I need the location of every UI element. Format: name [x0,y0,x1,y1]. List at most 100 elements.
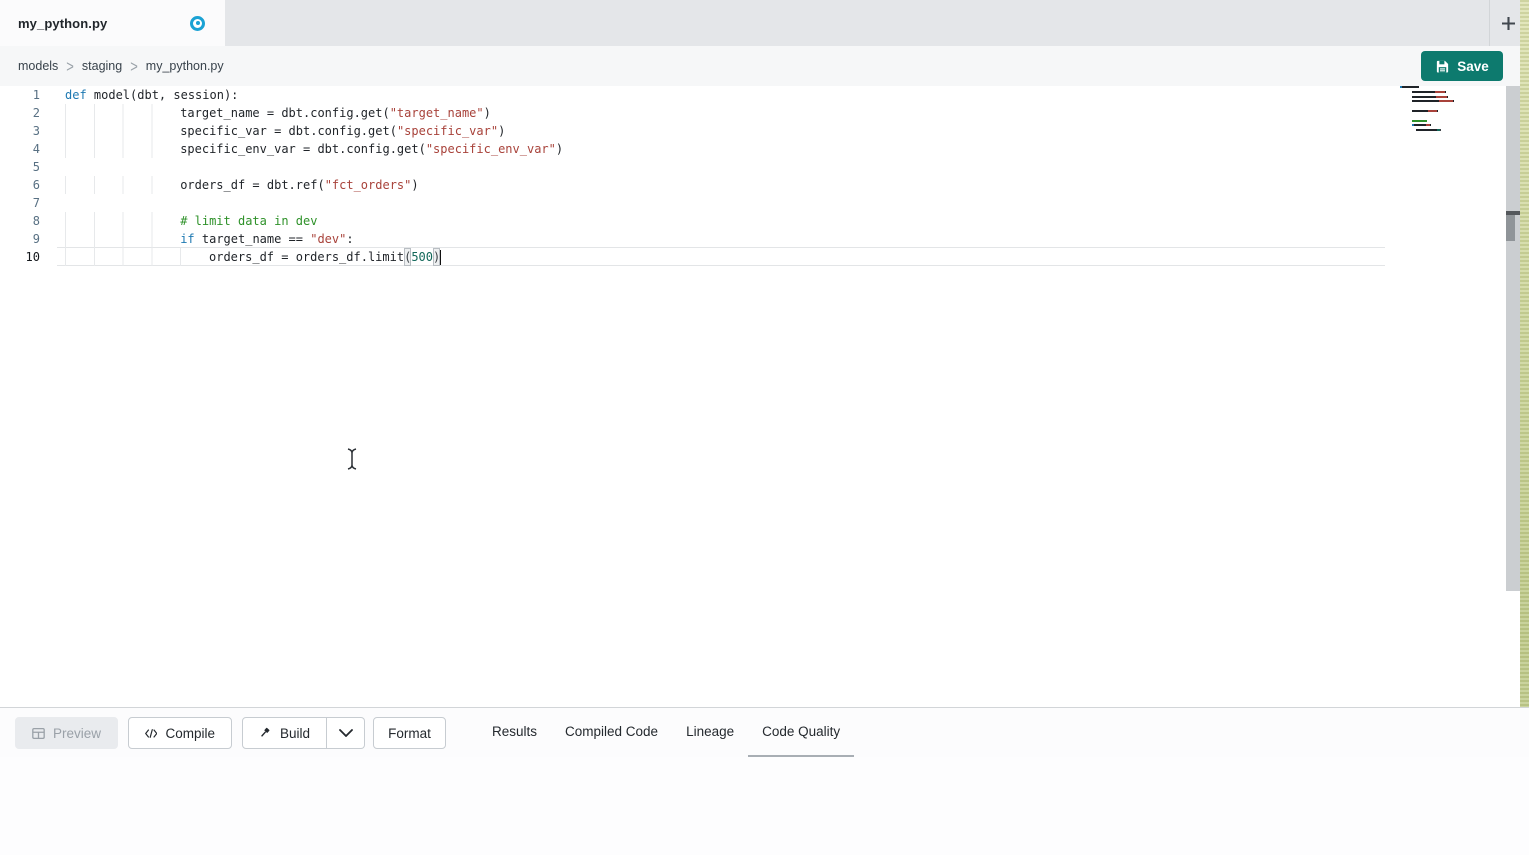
code-line-8[interactable]: 8 # limit data in dev [0,212,1400,230]
code-token: orders_df = dbt.ref( [180,176,325,194]
breadcrumb-item-file[interactable]: my_python.py [146,59,224,73]
line-number: 9 [0,230,40,248]
line-number: 6 [0,176,40,194]
code-token: def [65,86,87,104]
line-number: 3 [0,122,40,140]
code-token: ( [404,248,411,266]
code-lines: 1 def model(dbt, session): 2 target_name = … [0,86,1400,266]
save-floppy-icon [1435,59,1450,74]
file-tab-my-python[interactable]: my_python.py [0,0,225,46]
indent-guides [65,140,180,158]
line-number: 2 [0,104,40,122]
ibeam-mouse-cursor [345,447,359,476]
code-token: ) [433,248,440,266]
panel-tab-lineage[interactable]: Lineage [672,708,748,758]
code-icon [145,728,157,739]
code-line-6[interactable]: 6 orders_df = dbt.ref("fct_orders") [0,176,1400,194]
editor-minimap[interactable] [1400,86,1470,146]
build-button[interactable]: Build [242,717,327,749]
chevron-down-icon [339,729,353,737]
minimap-line [1400,96,1470,98]
chevron-right-icon: > [66,57,74,76]
minimap-line [1400,100,1470,102]
line-number: 7 [0,194,40,212]
indent-guides [65,248,209,266]
indent-guides [65,230,180,248]
code-token: specific_var = dbt.config.get( [180,122,397,140]
code-line-3[interactable]: 3 specific_var = dbt.config.get("specific… [0,122,1400,140]
code-line-4[interactable]: 4specific_env_var = dbt.config.get("spec… [0,140,1400,158]
unsaved-changes-icon[interactable] [190,16,205,31]
minimap-line [1400,110,1470,112]
minimap-line [1400,105,1470,107]
code-line-1[interactable]: 1 def model(dbt, session): [0,86,1400,104]
panel-tab-compiled-code[interactable]: Compiled Code [551,708,672,758]
preview-button[interactable]: Preview [15,717,118,749]
indent-guides [65,122,180,140]
line-number: 1 [0,86,40,104]
code-token: 500 [411,248,433,266]
text-caret [440,250,441,265]
compile-button[interactable]: Compile [128,717,232,749]
minimap-line [1400,129,1470,131]
breadcrumb-item-staging[interactable]: staging [82,59,122,73]
indent-guides [65,176,180,194]
code-quality-panel [0,757,1529,855]
new-tab-button[interactable] [1493,8,1523,38]
build-split-button: Build [242,717,365,749]
code-token: model(dbt, session): [87,86,239,104]
code-token: specific_env_var = dbt.config.get( [180,140,426,158]
line-number: 10 [0,248,40,266]
code-token: # limit data in dev [180,212,317,230]
code-token: ) [411,176,418,194]
indent-guides [65,212,180,230]
panel-tab-results[interactable]: Results [478,708,551,758]
code-line-2[interactable]: 2 target_name = dbt.config.get("target_na… [0,104,1400,122]
save-button-label: Save [1457,59,1489,74]
format-button[interactable]: Format [373,717,446,749]
minimap-line [1400,91,1470,93]
code-token: ) [556,140,563,158]
panel-tab-code-quality[interactable]: Code Quality [748,708,854,758]
code-line-7[interactable]: 7 [0,194,1400,212]
line-number: 5 [0,158,40,176]
code-token: ) [498,122,505,140]
file-tab-title: my_python.py [18,16,107,31]
code-token: "target_name" [390,104,484,122]
scrollbar-thumb[interactable] [1506,215,1515,241]
line-number: 8 [0,212,40,230]
code-token: "fct_orders" [325,176,412,194]
bottom-toolbar: Preview Compile Build [0,707,1529,757]
code-line-5[interactable]: 5 [0,158,1400,176]
code-token: "dev" [310,230,346,248]
table-icon [32,727,45,740]
code-editor[interactable]: 1 def model(dbt, session): 2 target_name = … [0,86,1520,703]
code-token: "specific_var" [397,122,498,140]
code-line-10[interactable]: 10 orders_df = orders_df.limit(500) [0,248,1400,266]
minimap-line [1400,115,1470,117]
code-token: orders_df = orders_df.limit [209,248,404,266]
code-token: "specific_env_var" [426,140,556,158]
code-token: if [180,230,194,248]
chevron-right-icon: > [130,57,138,76]
editor-scrollbar[interactable] [1506,86,1520,591]
code-line-9[interactable]: 9 if target_name == "dev": [0,230,1400,248]
save-button[interactable]: Save [1421,51,1503,81]
minimap-line [1400,120,1470,122]
plus-icon [1500,15,1517,32]
preview-button-label: Preview [53,726,101,741]
editor-tab-bar: my_python.py [0,0,1529,46]
tab-bar-divider [1489,0,1490,46]
build-button-label: Build [280,726,310,741]
hammer-icon [259,725,272,741]
dbt-ide-window: my_python.py models > staging > my_pytho… [0,0,1529,855]
format-button-label: Format [388,726,431,741]
panel-tabs: ResultsCompiled CodeLineageCode Quality [478,708,854,758]
compile-button-label: Compile [165,726,215,741]
code-token: target_name == [195,230,311,248]
build-options-button[interactable] [327,717,365,749]
code-token: : [346,230,353,248]
minimap-line [1400,124,1470,126]
code-token: target_name = dbt.config.get( [180,104,390,122]
breadcrumb-item-models[interactable]: models [18,59,58,73]
